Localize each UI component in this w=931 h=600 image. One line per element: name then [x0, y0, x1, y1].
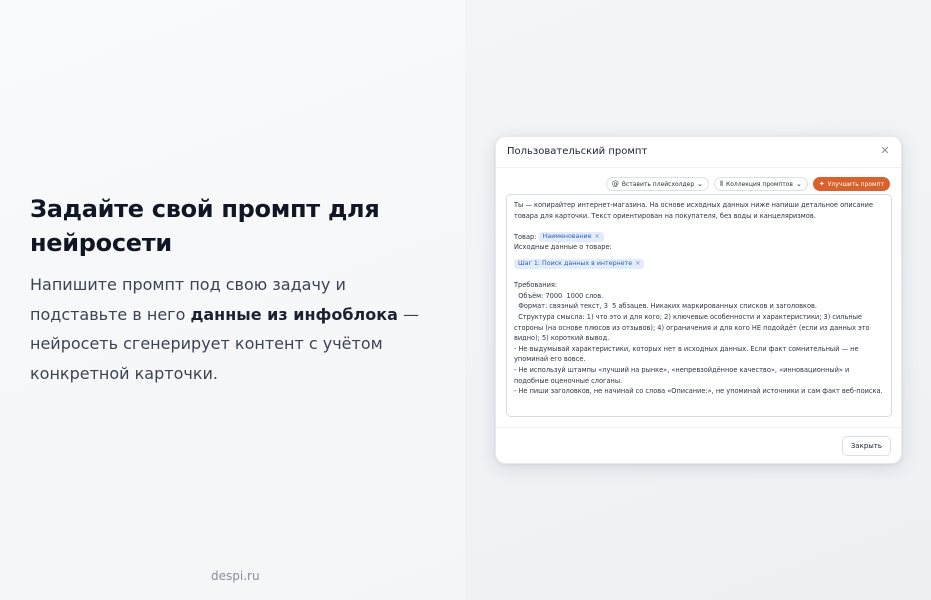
at-sign-icon: @	[611, 179, 619, 188]
magic-wand-icon: ✦	[818, 179, 825, 188]
prompt-textarea[interactable]: Ты — копирайтер интернет-магазина. На ос…	[506, 194, 892, 417]
modal-header: Пользовательский промпт ✕	[496, 137, 901, 167]
chip-label: Шаг 1: Поиск данных в интернете	[518, 259, 633, 267]
product-label: Товар:	[514, 232, 537, 241]
insert-placeholder-button[interactable]: @ Вставить плейсхолдер ⌄	[605, 177, 710, 191]
rule-no-headings: - Не пиши заголовков, не начинай со слов…	[514, 387, 883, 396]
insert-placeholder-label: Вставить плейсхолдер	[621, 180, 695, 188]
source-label: Исходные данные о товаре:	[514, 243, 612, 252]
hero-description: Напишите промпт под свою задачу и подста…	[30, 270, 430, 388]
prompt-collection-button[interactable]: ⫴ Коллекция промптов ⌄	[714, 177, 808, 191]
custom-prompt-modal: Пользовательский промпт ✕ @ Вставить пле…	[495, 136, 902, 464]
close-button[interactable]: Закрыть	[841, 436, 891, 456]
divider	[496, 427, 901, 428]
chip-label: Наименование	[542, 232, 592, 240]
rule-no-cliches: - Не используй штампы «лучший на рынке»,…	[514, 365, 852, 385]
chip-remove-icon[interactable]: ×	[635, 260, 640, 267]
prompt-toolbar: @ Вставить плейсхолдер ⌄ ⫴ Коллекция про…	[605, 177, 890, 191]
prompt-intro: Ты — копирайтер интернет-магазина. На ос…	[514, 201, 876, 220]
improve-prompt-label: Улучшить промпт	[827, 180, 884, 188]
requirements-title: Требования:	[514, 281, 558, 290]
placeholder-chip-name[interactable]: Наименование ×	[538, 231, 604, 242]
prompt-collection-label: Коллекция промптов	[726, 180, 793, 188]
req-structure: Структура смысла: 1) что это и для кого;…	[514, 312, 872, 343]
req-format: Формат: связный текст, 3 5 абзацев. Ника…	[514, 302, 818, 311]
hero-desc-bold: данные из инфоблока	[190, 304, 398, 324]
chip-remove-icon[interactable]: ×	[594, 233, 599, 240]
rule-no-invention: - Не выдумывай характеристики, которых н…	[514, 344, 861, 364]
source-line: Шаг 1: Поиск данных в интернете ×	[514, 258, 884, 270]
divider	[496, 167, 901, 168]
chevron-down-icon: ⌄	[795, 179, 802, 188]
req-volume: Объём: 7000 1000 слов.	[514, 291, 604, 300]
modal-title: Пользовательский промпт	[507, 146, 648, 157]
close-icon[interactable]: ✕	[879, 145, 891, 157]
product-line: Товар: Наименование ×	[514, 231, 884, 243]
placeholder-chip-step[interactable]: Шаг 1: Поиск данных в интернете ×	[514, 258, 645, 269]
improve-prompt-button[interactable]: ✦ Улучшить промпт	[812, 177, 890, 191]
chevron-down-icon: ⌄	[697, 179, 704, 188]
footer-site: despi.ru	[211, 569, 260, 583]
hero-headline: Задайте свой промпт для нейросети	[30, 195, 380, 257]
library-icon: ⫴	[720, 179, 723, 188]
